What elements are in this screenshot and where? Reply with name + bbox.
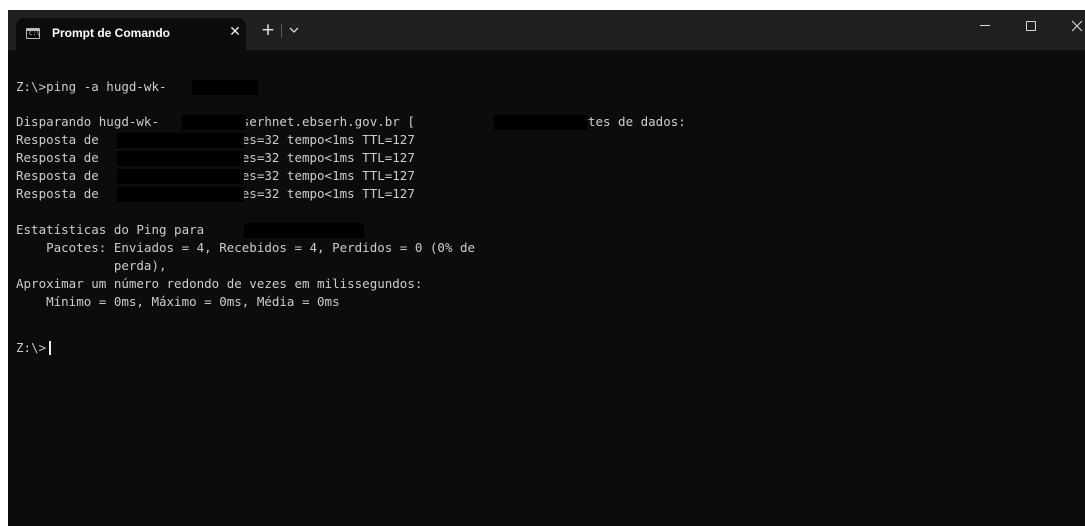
redaction-box [244, 223, 364, 238]
redaction-box [117, 133, 244, 148]
command-prompt-window: C:\ Prompt de Comando ✕ + Z:\>ping -a hu… [8, 10, 1085, 526]
terminal-line: perda), [16, 258, 167, 273]
redaction-box [117, 169, 244, 184]
minimize-button[interactable] [962, 10, 1008, 42]
tab-close-button[interactable]: ✕ [228, 22, 242, 42]
terminal-line: Z:\> [16, 340, 47, 355]
tab-title: Prompt de Comando [52, 26, 171, 40]
redaction-box [117, 151, 244, 166]
terminal-line: Aproximar um número redondo de vezes em … [16, 276, 423, 291]
close-button[interactable] [1054, 10, 1085, 42]
maximize-icon [1026, 21, 1036, 31]
title-bar[interactable]: C:\ Prompt de Comando ✕ + [8, 10, 1085, 50]
redaction-box [182, 115, 246, 130]
terminal-line: Mínimo = 0ms, Máximo = 0ms, Média = 0ms [16, 294, 340, 309]
redaction-box [117, 187, 244, 202]
chevron-down-icon[interactable] [287, 22, 301, 38]
minimize-icon [980, 25, 990, 26]
terminal-line: Z:\>ping -a hugd-wk- [16, 79, 167, 94]
close-icon [1071, 20, 1083, 32]
terminal-line: Pacotes: Enviados = 4, Recebidos = 4, Pe… [16, 240, 476, 255]
new-tab-button[interactable]: + [260, 21, 276, 39]
redaction-box [192, 80, 258, 95]
terminal-output[interactable]: Z:\>ping -a hugd-wk- Disparando hugd-wk-… [8, 50, 1085, 526]
cmd-icon: C:\ [26, 28, 40, 39]
text-cursor [49, 341, 51, 355]
tab-separator [281, 24, 282, 38]
maximize-button[interactable] [1008, 10, 1054, 42]
tab-prompt-de-comando[interactable]: C:\ Prompt de Comando ✕ [16, 18, 246, 50]
redaction-box [494, 115, 587, 130]
